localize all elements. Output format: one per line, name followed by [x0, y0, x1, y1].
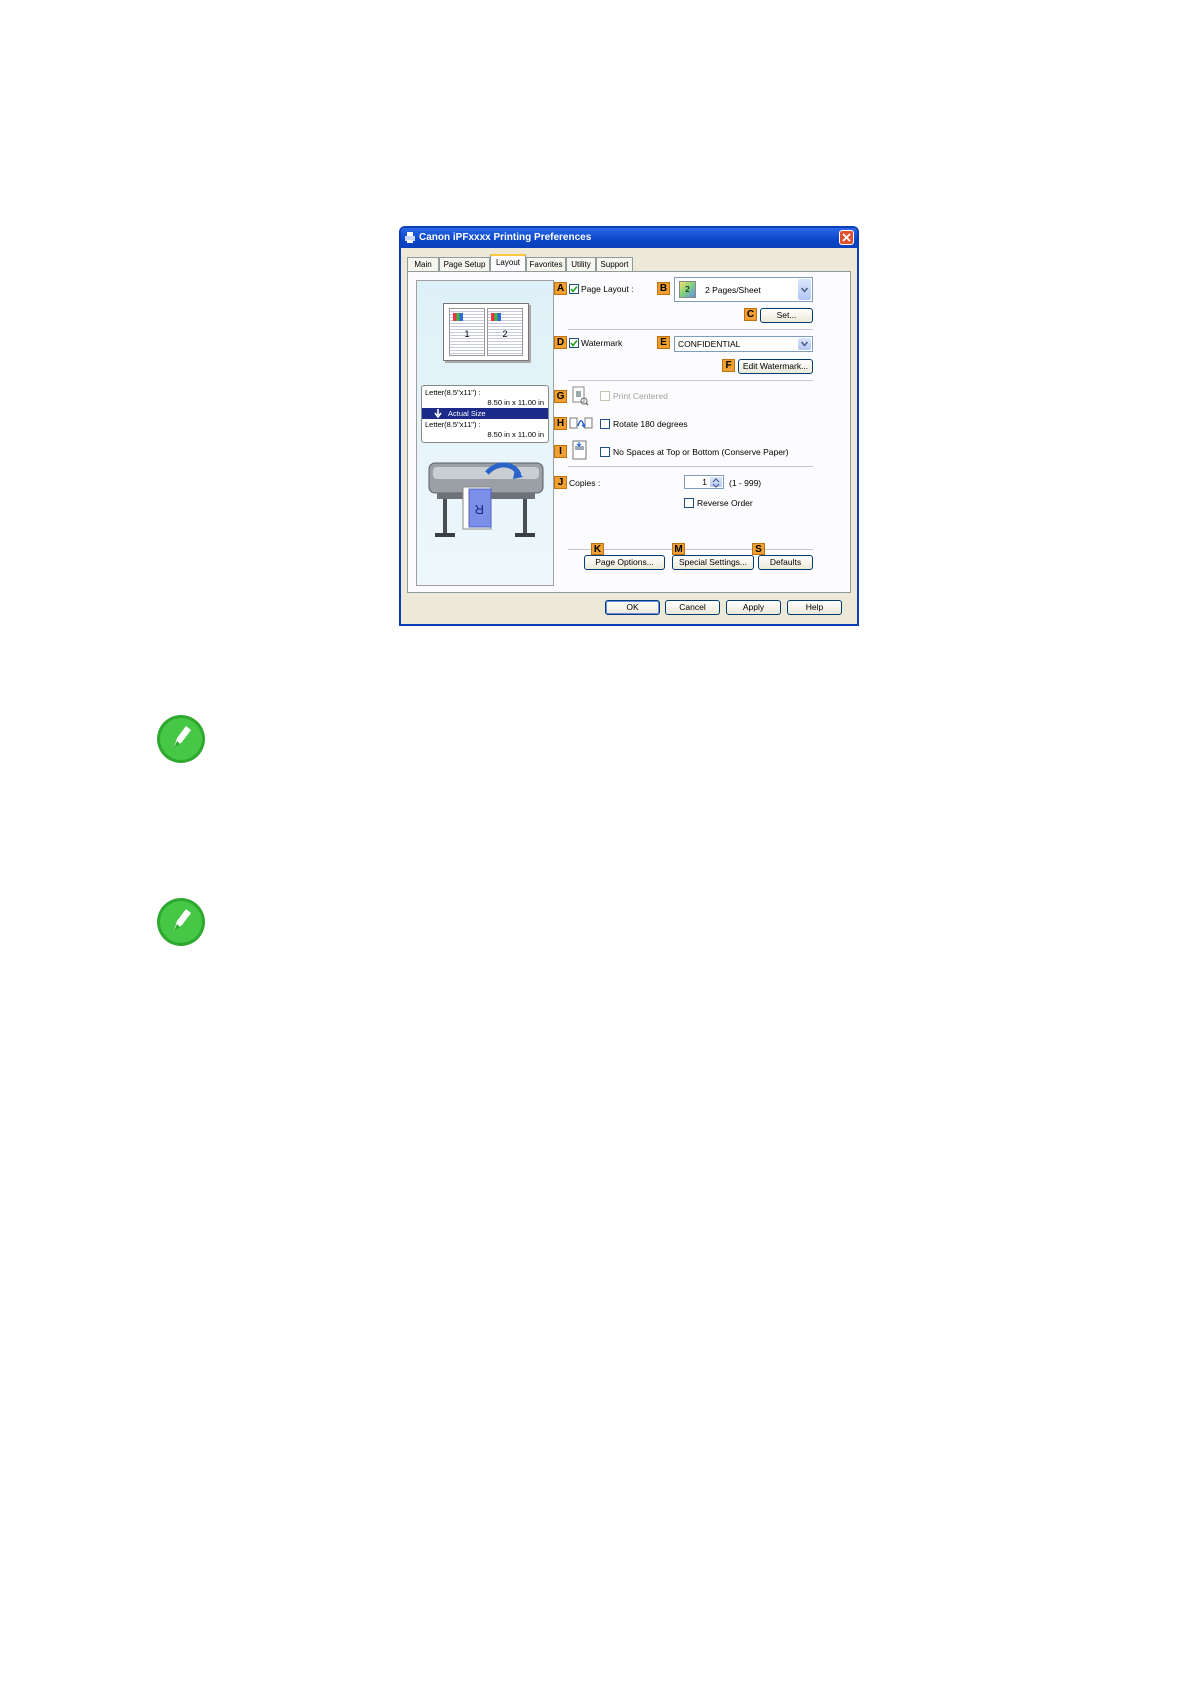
tab-favorites[interactable]: Favorites — [526, 257, 566, 271]
note-pencil-icon — [157, 898, 205, 946]
pages-per-sheet-icon: 2 — [679, 281, 696, 298]
printer-sheet-letter: R — [475, 502, 484, 517]
tab-main[interactable]: Main — [407, 257, 439, 271]
title-bar[interactable]: Canon iPFxxxx Printing Preferences — [401, 228, 857, 248]
copies-value: 1 — [702, 477, 707, 487]
dropdown-arrow[interactable] — [798, 279, 811, 300]
set-button[interactable]: Set... — [760, 308, 813, 323]
section-divider — [568, 549, 813, 550]
preview-page-2: 2 — [487, 308, 523, 356]
section-divider — [568, 329, 813, 330]
watermark-checkbox[interactable] — [569, 338, 579, 348]
marker-c: C — [744, 308, 757, 321]
copies-label: Copies : — [569, 478, 601, 488]
marker-i: I — [554, 445, 567, 458]
page-number: 1 — [464, 329, 470, 339]
print-centered-icon — [572, 386, 589, 406]
rotate-checkbox[interactable] — [600, 419, 610, 429]
spin-buttons[interactable] — [710, 477, 722, 488]
layout-preview-thumbnail: 1 2 — [443, 303, 529, 361]
rotate-label: Rotate 180 degrees — [613, 419, 688, 429]
close-icon — [842, 233, 851, 242]
page-layout-checkbox[interactable] — [569, 284, 579, 294]
marker-s: S — [752, 543, 765, 555]
page-layout-label: Page Layout : — [581, 284, 634, 294]
checkmark-icon — [570, 286, 578, 293]
printing-preferences-dialog: Canon iPFxxxx Printing Preferences Main … — [399, 226, 859, 626]
marker-m: M — [672, 543, 685, 555]
layout-panel: 1 2 Letter(8.5"x11") : 8.50 in x 11.00 i… — [407, 271, 851, 593]
preview-page-1: 1 — [449, 308, 485, 356]
marker-f: F — [722, 359, 735, 372]
pages-per-sheet-select[interactable]: 2 2 Pages/Sheet — [674, 277, 813, 302]
tab-page-setup[interactable]: Page Setup — [439, 257, 490, 271]
spin-arrows-icon — [712, 478, 720, 488]
printer-app-icon — [405, 232, 415, 243]
preview-pane: 1 2 Letter(8.5"x11") : 8.50 in x 11.00 i… — [416, 280, 554, 586]
section-divider — [568, 466, 813, 467]
page-number: 2 — [502, 329, 508, 339]
special-settings-button[interactable]: Special Settings... — [672, 555, 754, 570]
printer-illustration-icon: R — [428, 462, 544, 537]
image-icon — [453, 313, 463, 321]
print-centered-label: Print Centered — [613, 391, 668, 401]
checkmark-icon — [570, 340, 578, 347]
marker-g: G — [554, 390, 567, 403]
no-spaces-checkbox[interactable] — [600, 447, 610, 457]
copies-range: (1 - 999) — [729, 478, 762, 488]
pages-per-sheet-value: 2 Pages/Sheet — [705, 285, 761, 295]
reverse-order-label: Reverse Order — [697, 498, 753, 508]
chevron-down-icon — [801, 287, 808, 293]
paper-size-line2: 8.50 in x 11.00 in — [487, 398, 544, 407]
marker-h: H — [554, 417, 567, 430]
dropdown-arrow[interactable] — [798, 338, 811, 350]
watermark-select[interactable]: CONFIDENTIAL — [674, 336, 813, 352]
image-icon — [491, 313, 501, 321]
help-button[interactable]: Help — [787, 600, 842, 615]
tab-layout[interactable]: Layout — [490, 254, 526, 271]
window-title: Canon iPFxxxx Printing Preferences — [419, 232, 592, 243]
tab-utility[interactable]: Utility — [566, 257, 596, 271]
marker-b: B — [657, 282, 670, 295]
output-size-line2: 8.50 in x 11.00 in — [487, 430, 544, 439]
print-mode-band: Actual Size — [422, 408, 548, 419]
copies-stepper[interactable]: 1 — [684, 475, 724, 489]
print-mode-label: Actual Size — [448, 409, 486, 418]
marker-d: D — [554, 336, 567, 349]
watermark-select-value: CONFIDENTIAL — [678, 339, 741, 349]
watermark-label: Watermark — [581, 338, 623, 348]
no-spaces-label: No Spaces at Top or Bottom (Conserve Pap… — [613, 447, 789, 457]
conserve-paper-icon — [572, 440, 587, 460]
print-centered-checkbox[interactable] — [600, 391, 610, 401]
marker-k: K — [591, 543, 604, 555]
rotate-icon — [569, 417, 593, 429]
defaults-button[interactable]: Defaults — [758, 555, 813, 570]
apply-button[interactable]: Apply — [726, 600, 781, 615]
close-button[interactable] — [839, 230, 854, 245]
arrow-down-icon — [434, 409, 442, 418]
ok-button[interactable]: OK — [605, 600, 660, 615]
marker-j: J — [554, 476, 567, 489]
tab-support[interactable]: Support — [596, 257, 633, 271]
section-divider — [568, 380, 813, 381]
page-options-button[interactable]: Page Options... — [584, 555, 665, 570]
cancel-button[interactable]: Cancel — [665, 600, 720, 615]
chevron-down-icon — [801, 341, 808, 347]
output-size-line1: Letter(8.5"x11") : — [425, 420, 481, 429]
marker-e: E — [657, 336, 670, 349]
paper-size-info: Letter(8.5"x11") : 8.50 in x 11.00 in Ac… — [421, 385, 549, 443]
marker-a: A — [554, 282, 567, 295]
note-pencil-icon — [157, 715, 205, 763]
edit-watermark-button[interactable]: Edit Watermark... — [738, 359, 813, 374]
reverse-order-checkbox[interactable] — [684, 498, 694, 508]
paper-size-line1: Letter(8.5"x11") : — [425, 388, 481, 397]
